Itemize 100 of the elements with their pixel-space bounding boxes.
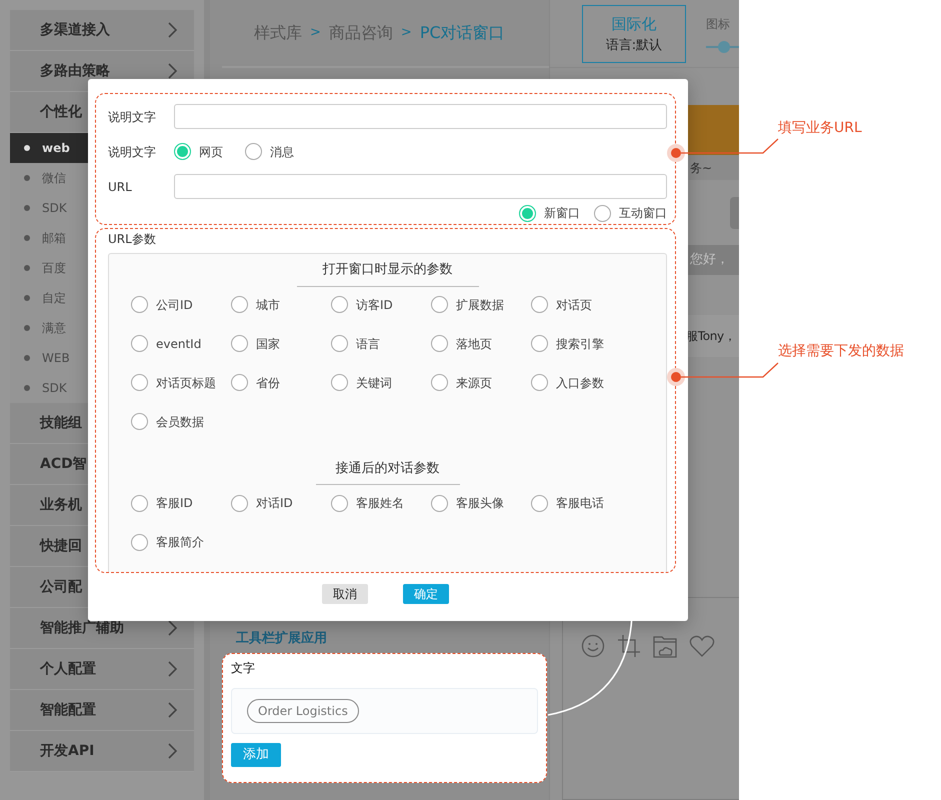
radio-option[interactable]: 客服姓名	[331, 494, 431, 512]
sidebar-item-label: web	[42, 140, 70, 157]
radio-option[interactable]: 客服电话	[531, 494, 631, 512]
radio-option[interactable]: 网页	[174, 142, 223, 160]
radio-button[interactable]	[231, 296, 248, 313]
radio-button[interactable]	[231, 374, 248, 391]
radio-option[interactable]: 访客ID	[331, 296, 431, 314]
field-label: 说明文字	[108, 108, 157, 126]
emoji-icon[interactable]	[581, 634, 605, 658]
breadcrumb-separator: >	[400, 24, 412, 42]
annotation-text: 选择需要下发的数据	[778, 342, 904, 361]
bullet-icon	[24, 205, 30, 211]
heart-icon[interactable]	[689, 634, 715, 658]
radio-button[interactable]	[131, 534, 148, 550]
radio-option[interactable]: 来源页	[431, 374, 531, 392]
radio-option[interactable]: 入口参数	[531, 374, 631, 392]
language-button[interactable]: 国际化 语言:默认	[582, 5, 686, 63]
radio-option[interactable]: 新窗口	[519, 204, 580, 222]
slider-thumb[interactable]	[718, 41, 730, 53]
annotation-text: 填写业务URL	[778, 119, 862, 138]
sidebar-item-label: 快捷回	[40, 536, 82, 556]
field-label: 说明文字	[108, 144, 157, 160]
group-title: 打开窗口时显示的参数	[296, 260, 478, 286]
bullet-icon	[24, 385, 30, 391]
sidebar-item-label: 业务机	[40, 496, 82, 514]
radio-button[interactable]	[531, 374, 548, 391]
bullet-icon	[24, 295, 30, 301]
radio-button[interactable]	[231, 494, 248, 512]
sidebar-item-label: 自定	[42, 290, 66, 307]
radio-option[interactable]: 客服头像	[431, 494, 531, 512]
bullet-icon	[24, 355, 30, 361]
radio-button[interactable]	[174, 143, 191, 160]
radio-button[interactable]	[594, 204, 611, 222]
radio-button[interactable]	[131, 494, 148, 512]
sidebar-item-label: 多渠道接入	[40, 20, 110, 40]
radio-option[interactable]: 国家	[231, 334, 331, 352]
bullet-icon	[24, 235, 30, 241]
sidebar-item-label: SDK	[42, 200, 67, 217]
setting-label: 图标	[706, 16, 731, 33]
radio-button[interactable]	[331, 335, 348, 352]
radio-option[interactable]: 消息	[245, 142, 294, 160]
tag-chip[interactable]: Order Logistics	[247, 699, 359, 723]
radio-button[interactable]	[519, 204, 536, 222]
breadcrumb-separator: >	[310, 24, 321, 42]
input-field[interactable]	[174, 104, 667, 129]
radio-option[interactable]: 城市	[231, 296, 331, 314]
sidebar-item[interactable]: 多渠道接入	[10, 10, 194, 51]
sidebar-item-label: 智能配置	[40, 700, 96, 720]
sidebar-item-label: 微信	[42, 170, 66, 187]
folder-icon[interactable]	[653, 634, 677, 658]
radio-option[interactable]: 公司ID	[131, 296, 231, 314]
radio-option[interactable]: 对话页标题	[131, 374, 231, 392]
field-label: 文字	[231, 660, 256, 677]
section-label: URL参数	[108, 231, 157, 248]
radio-button[interactable]	[231, 335, 248, 352]
field-label: URL	[108, 178, 133, 196]
radio-option[interactable]: 对话页	[531, 296, 631, 314]
radio-option[interactable]: 互动窗口	[594, 204, 667, 222]
cancel-button[interactable]: 取消	[322, 584, 368, 604]
radio-button[interactable]	[531, 494, 548, 512]
radio-button[interactable]	[331, 494, 348, 512]
crop-icon[interactable]	[617, 634, 641, 658]
radio-button[interactable]	[131, 335, 148, 352]
radio-option[interactable]: 关键词	[331, 374, 431, 392]
radio-button[interactable]	[331, 374, 348, 391]
radio-button[interactable]	[431, 296, 448, 313]
radio-button[interactable]	[531, 296, 548, 313]
sidebar-item-label: 个人配置	[40, 660, 96, 678]
sidebar-item[interactable]: 开发API	[10, 731, 194, 772]
radio-button[interactable]	[131, 296, 148, 313]
radio-option[interactable]: 会员数据	[131, 412, 231, 430]
radio-button[interactable]	[431, 374, 448, 391]
radio-option[interactable]: 对话ID	[231, 494, 331, 512]
sidebar-item-label: 技能组	[40, 414, 82, 432]
sidebar-item-label: 个性化	[40, 102, 82, 122]
side-button[interactable]	[730, 196, 739, 228]
input-field[interactable]	[174, 174, 667, 199]
radio-option[interactable]: 客服简介	[131, 533, 231, 551]
radio-option[interactable]: 客服ID	[131, 494, 231, 512]
radio-option[interactable]: eventId	[131, 334, 231, 352]
radio-option[interactable]: 省份	[231, 374, 331, 392]
radio-button[interactable]	[245, 143, 262, 160]
radio-option[interactable]: 扩展数据	[431, 296, 531, 314]
radio-button[interactable]	[331, 296, 348, 313]
bullet-icon	[24, 175, 30, 181]
radio-option[interactable]: 语言	[331, 334, 431, 352]
radio-option[interactable]: 落地页	[431, 334, 531, 352]
sidebar-item-label: 百度	[42, 260, 66, 277]
radio-button[interactable]	[131, 413, 148, 430]
sidebar-item-label: 多路由策略	[40, 62, 110, 80]
sidebar-item[interactable]: 个人配置	[10, 649, 194, 690]
radio-button[interactable]	[131, 374, 148, 391]
bullet-icon	[24, 145, 30, 151]
sidebar-item-label: 开发API	[40, 742, 94, 760]
radio-button[interactable]	[431, 494, 448, 512]
bullet-icon	[24, 265, 30, 271]
sidebar-item[interactable]: 智能配置	[10, 690, 194, 731]
radio-button[interactable]	[531, 335, 548, 352]
radio-button[interactable]	[431, 335, 448, 352]
sidebar-item-label: WEB	[42, 350, 70, 367]
